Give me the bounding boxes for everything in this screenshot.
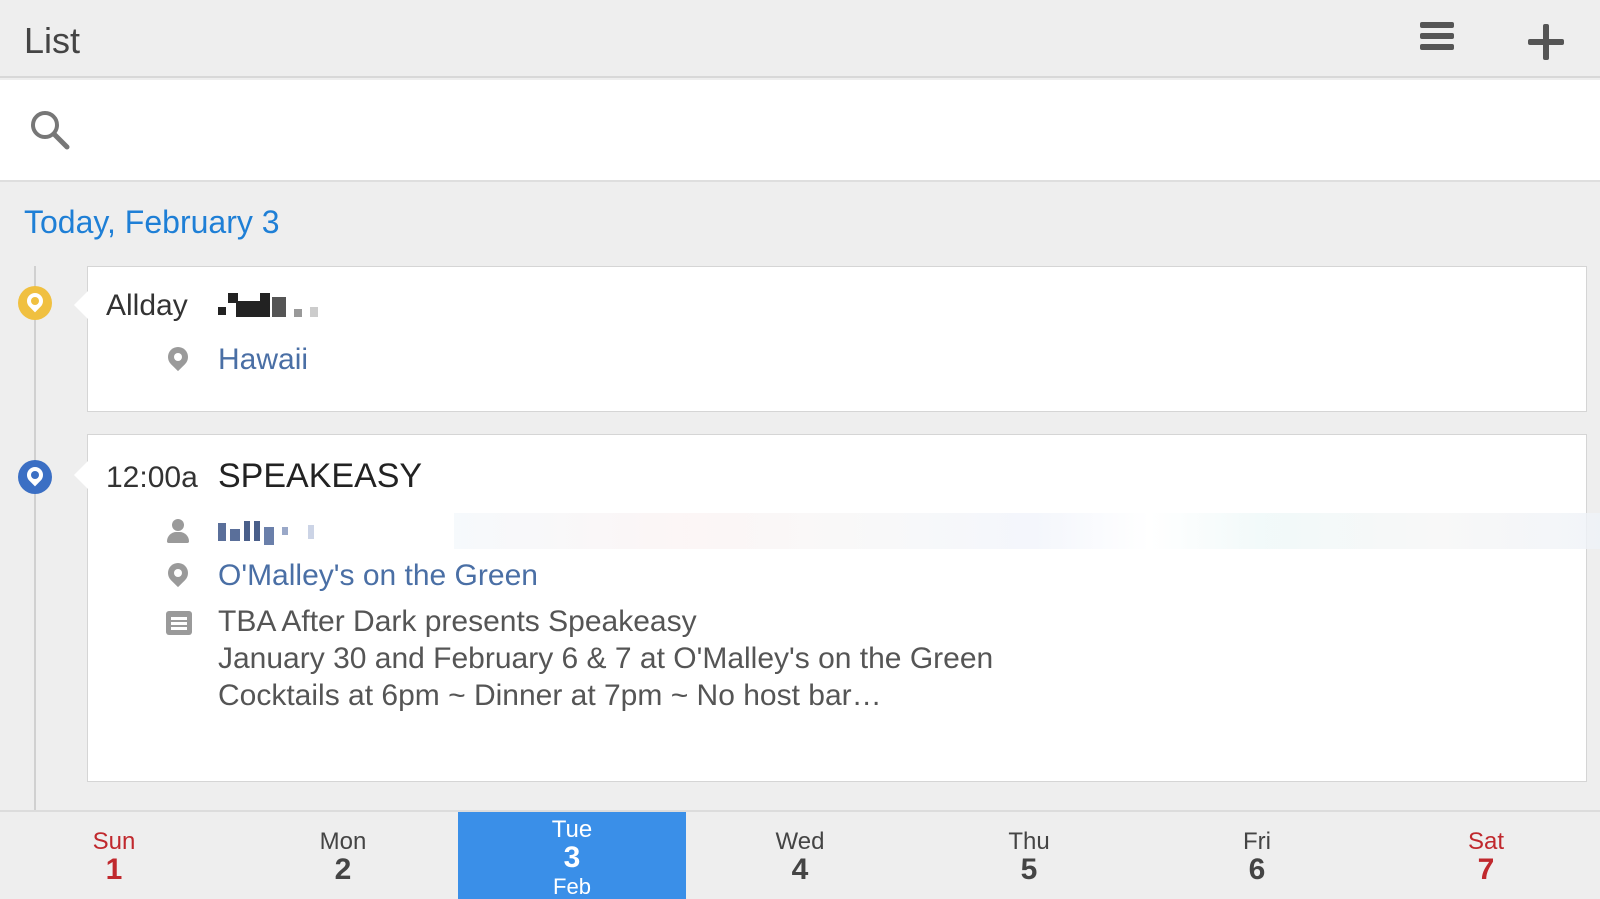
location-pin-icon — [163, 342, 193, 373]
location-pin-icon — [163, 558, 193, 589]
search-icon[interactable] — [28, 108, 72, 152]
weekday-sun[interactable]: Sun 1 — [0, 812, 228, 899]
event-time: Allday — [106, 289, 188, 322]
weekday-date: 5 — [1020, 853, 1038, 886]
weekday-date: 1 — [105, 853, 123, 886]
event-title: SPEAKEASY — [218, 457, 423, 495]
weekday-date: 7 — [1477, 853, 1495, 886]
event-time: 12:00a — [106, 461, 198, 494]
page-title: List — [24, 20, 81, 61]
weekday-name: Wed — [775, 828, 825, 855]
weekday-date: 6 — [1248, 853, 1266, 886]
event-location-link[interactable]: O'Malley's on the Green — [218, 559, 538, 592]
notes-icon — [166, 611, 192, 637]
weekday-name: Tue — [551, 816, 593, 843]
top-bar: List — [0, 0, 1600, 78]
week-bar: Sun 1 Mon 2 Tue 3 Feb Wed 4 Thu 5 Fri 6 … — [0, 810, 1600, 899]
weekday-thu[interactable]: Thu 5 — [915, 812, 1143, 899]
weekday-wed[interactable]: Wed 4 — [686, 812, 914, 899]
event-note-line: January 30 and February 6 & 7 at O'Malle… — [218, 642, 994, 675]
event-pin-icon — [18, 286, 52, 320]
event-location-link[interactable]: Hawaii — [218, 343, 308, 376]
weekday-date: 4 — [791, 853, 809, 886]
weekday-tue-selected[interactable]: Tue 3 Feb — [458, 812, 686, 899]
redacted-attendees — [454, 513, 1600, 549]
day-heading: Today, February 3 — [24, 204, 280, 240]
search-input[interactable] — [90, 104, 1570, 158]
event-card-allday[interactable]: Allday Hawaii — [74, 266, 1587, 412]
search-bar — [0, 80, 1600, 182]
hamburger-menu-icon[interactable] — [1420, 22, 1460, 58]
weekday-name: Sun — [92, 828, 136, 855]
weekday-sat[interactable]: Sat 7 — [1372, 812, 1600, 899]
person-icon — [166, 519, 190, 545]
event-pin-icon — [18, 460, 52, 494]
weekday-fri[interactable]: Fri 6 — [1143, 812, 1371, 899]
timeline-line — [34, 266, 36, 811]
event-card-speakeasy[interactable]: 12:00a SPEAKEASY O'Malley's on the Green… — [74, 434, 1600, 782]
weekday-name: Thu — [1008, 828, 1050, 855]
weekday-name: Mon — [319, 828, 367, 855]
weekday-mon[interactable]: Mon 2 — [229, 812, 457, 899]
event-note-line: TBA After Dark presents Speakeasy — [218, 605, 697, 638]
redacted-event-title — [218, 293, 328, 319]
weekday-date: 3 — [563, 841, 581, 874]
event-note-line: Cocktails at 6pm ~ Dinner at 7pm ~ No ho… — [218, 679, 882, 712]
weekday-name: Sat — [1467, 828, 1505, 855]
redacted-attendee — [218, 519, 328, 545]
weekday-date: 2 — [334, 853, 352, 886]
plus-icon[interactable] — [1526, 22, 1566, 62]
weekday-name: Fri — [1243, 828, 1271, 855]
weekday-month: Feb — [553, 874, 591, 899]
event-notes: TBA After Dark presents Speakeasy Januar… — [218, 603, 993, 714]
